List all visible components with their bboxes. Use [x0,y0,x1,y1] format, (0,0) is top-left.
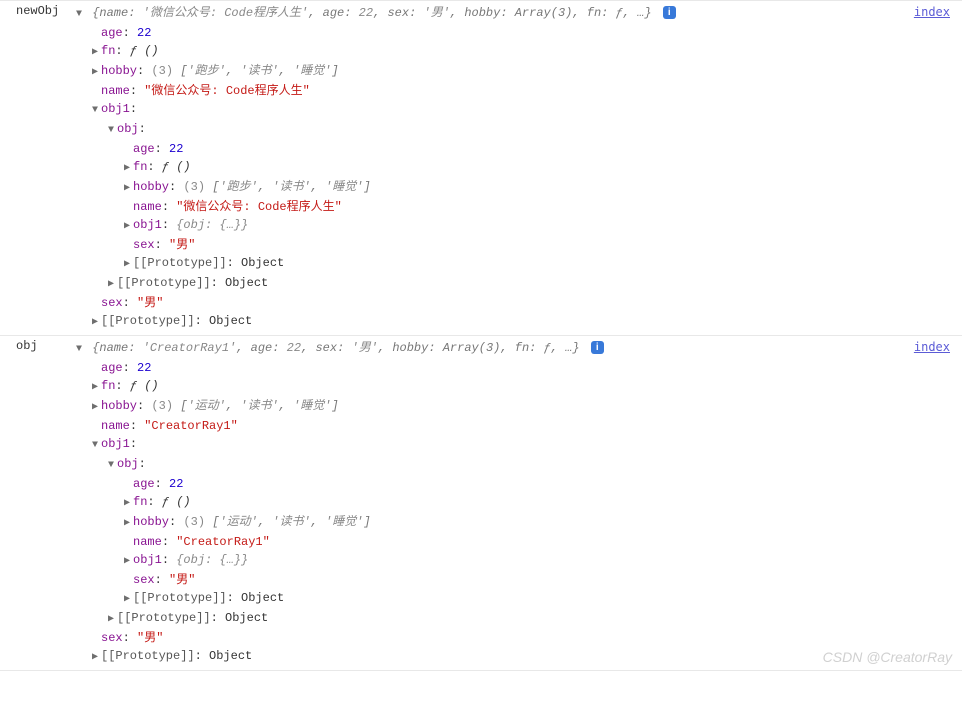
chevron-right-icon[interactable]: ▶ [122,218,132,236]
chevron-right-icon[interactable]: ▶ [122,256,132,274]
source-link[interactable]: index [914,5,950,19]
prop-obj1[interactable]: ▼obj1: [74,100,676,120]
prop-inner-obj1[interactable]: ▶obj1: {obj: {…}} [74,551,604,571]
prop-sex[interactable]: sex: "男" [74,629,604,647]
chevron-right-icon[interactable]: ▶ [122,495,132,513]
prop-age[interactable]: age: 22 [74,24,676,42]
chevron-right-icon[interactable]: ▶ [122,180,132,198]
chevron-right-icon[interactable]: ▶ [90,399,100,417]
prop-proto[interactable]: ▶[[Prototype]]: Object [74,312,676,332]
object-summary-row[interactable]: ▼ {name: 'CreatorRay1', age: 22, sex: '男… [74,339,604,359]
chevron-right-icon[interactable]: ▶ [106,611,116,629]
prop-inner-age[interactable]: age: 22 [74,475,604,493]
chevron-right-icon[interactable]: ▶ [90,379,100,397]
info-icon[interactable]: i [591,341,604,354]
prop-obj1-proto[interactable]: ▶[[Prototype]]: Object [74,609,604,629]
chevron-right-icon[interactable]: ▶ [90,314,100,332]
prop-age[interactable]: age: 22 [74,359,604,377]
chevron-right-icon[interactable]: ▶ [106,276,116,294]
console-entry-obj: index obj ▼ {name: 'CreatorRay1', age: 2… [0,336,962,671]
info-icon[interactable]: i [663,6,676,19]
prop-inner-sex[interactable]: sex: "男" [74,236,676,254]
object-preview: {name: '微信公众号: Code程序人生', age: 22, sex: … [92,6,651,20]
prop-inner-name[interactable]: name: "微信公众号: Code程序人生" [74,198,676,216]
prop-fn[interactable]: ▶fn: ƒ () [74,42,676,62]
prop-sex[interactable]: sex: "男" [74,294,676,312]
prop-inner-age[interactable]: age: 22 [74,140,676,158]
chevron-right-icon[interactable]: ▶ [90,649,100,667]
variable-label: obj [16,339,64,353]
object-summary-row[interactable]: ▼ {name: '微信公众号: Code程序人生', age: 22, sex… [74,4,676,24]
prop-inner-name[interactable]: name: "CreatorRay1" [74,533,604,551]
prop-name[interactable]: name: "微信公众号: Code程序人生" [74,82,676,100]
chevron-down-icon[interactable]: ▼ [90,437,100,455]
variable-label: newObj [16,4,64,18]
prop-hobby[interactable]: ▶hobby: (3) ['运动', '读书', '睡觉'] [74,397,604,417]
prop-inner-proto[interactable]: ▶[[Prototype]]: Object [74,254,676,274]
object-tree: ▼ {name: '微信公众号: Code程序人生', age: 22, sex… [74,4,676,332]
prop-inner-fn[interactable]: ▶fn: ƒ () [74,493,604,513]
prop-proto[interactable]: ▶[[Prototype]]: Object [74,647,604,667]
chevron-down-icon[interactable]: ▼ [74,6,84,24]
prop-fn[interactable]: ▶fn: ƒ () [74,377,604,397]
chevron-right-icon[interactable]: ▶ [90,44,100,62]
console-entry-newobj: index newObj ▼ {name: '微信公众号: Code程序人生',… [0,0,962,336]
prop-obj[interactable]: ▼obj: [74,455,604,475]
prop-inner-fn[interactable]: ▶fn: ƒ () [74,158,676,178]
chevron-down-icon[interactable]: ▼ [74,341,84,359]
chevron-right-icon[interactable]: ▶ [122,553,132,571]
prop-inner-obj1[interactable]: ▶obj1: {obj: {…}} [74,216,676,236]
prop-name[interactable]: name: "CreatorRay1" [74,417,604,435]
chevron-right-icon[interactable]: ▶ [122,160,132,178]
source-link[interactable]: index [914,340,950,354]
prop-hobby[interactable]: ▶hobby: (3) ['跑步', '读书', '睡觉'] [74,62,676,82]
prop-inner-hobby[interactable]: ▶hobby: (3) ['运动', '读书', '睡觉'] [74,513,604,533]
prop-inner-hobby[interactable]: ▶hobby: (3) ['跑步', '读书', '睡觉'] [74,178,676,198]
prop-obj[interactable]: ▼obj: [74,120,676,140]
prop-inner-proto[interactable]: ▶[[Prototype]]: Object [74,589,604,609]
chevron-down-icon[interactable]: ▼ [90,102,100,120]
chevron-right-icon[interactable]: ▶ [90,64,100,82]
object-tree: ▼ {name: 'CreatorRay1', age: 22, sex: '男… [74,339,604,667]
chevron-down-icon[interactable]: ▼ [106,457,116,475]
prop-obj1[interactable]: ▼obj1: [74,435,604,455]
prop-obj1-proto[interactable]: ▶[[Prototype]]: Object [74,274,676,294]
chevron-down-icon[interactable]: ▼ [106,122,116,140]
object-preview: {name: 'CreatorRay1', age: 22, sex: '男',… [92,341,579,355]
chevron-right-icon[interactable]: ▶ [122,515,132,533]
chevron-right-icon[interactable]: ▶ [122,591,132,609]
prop-inner-sex[interactable]: sex: "男" [74,571,604,589]
